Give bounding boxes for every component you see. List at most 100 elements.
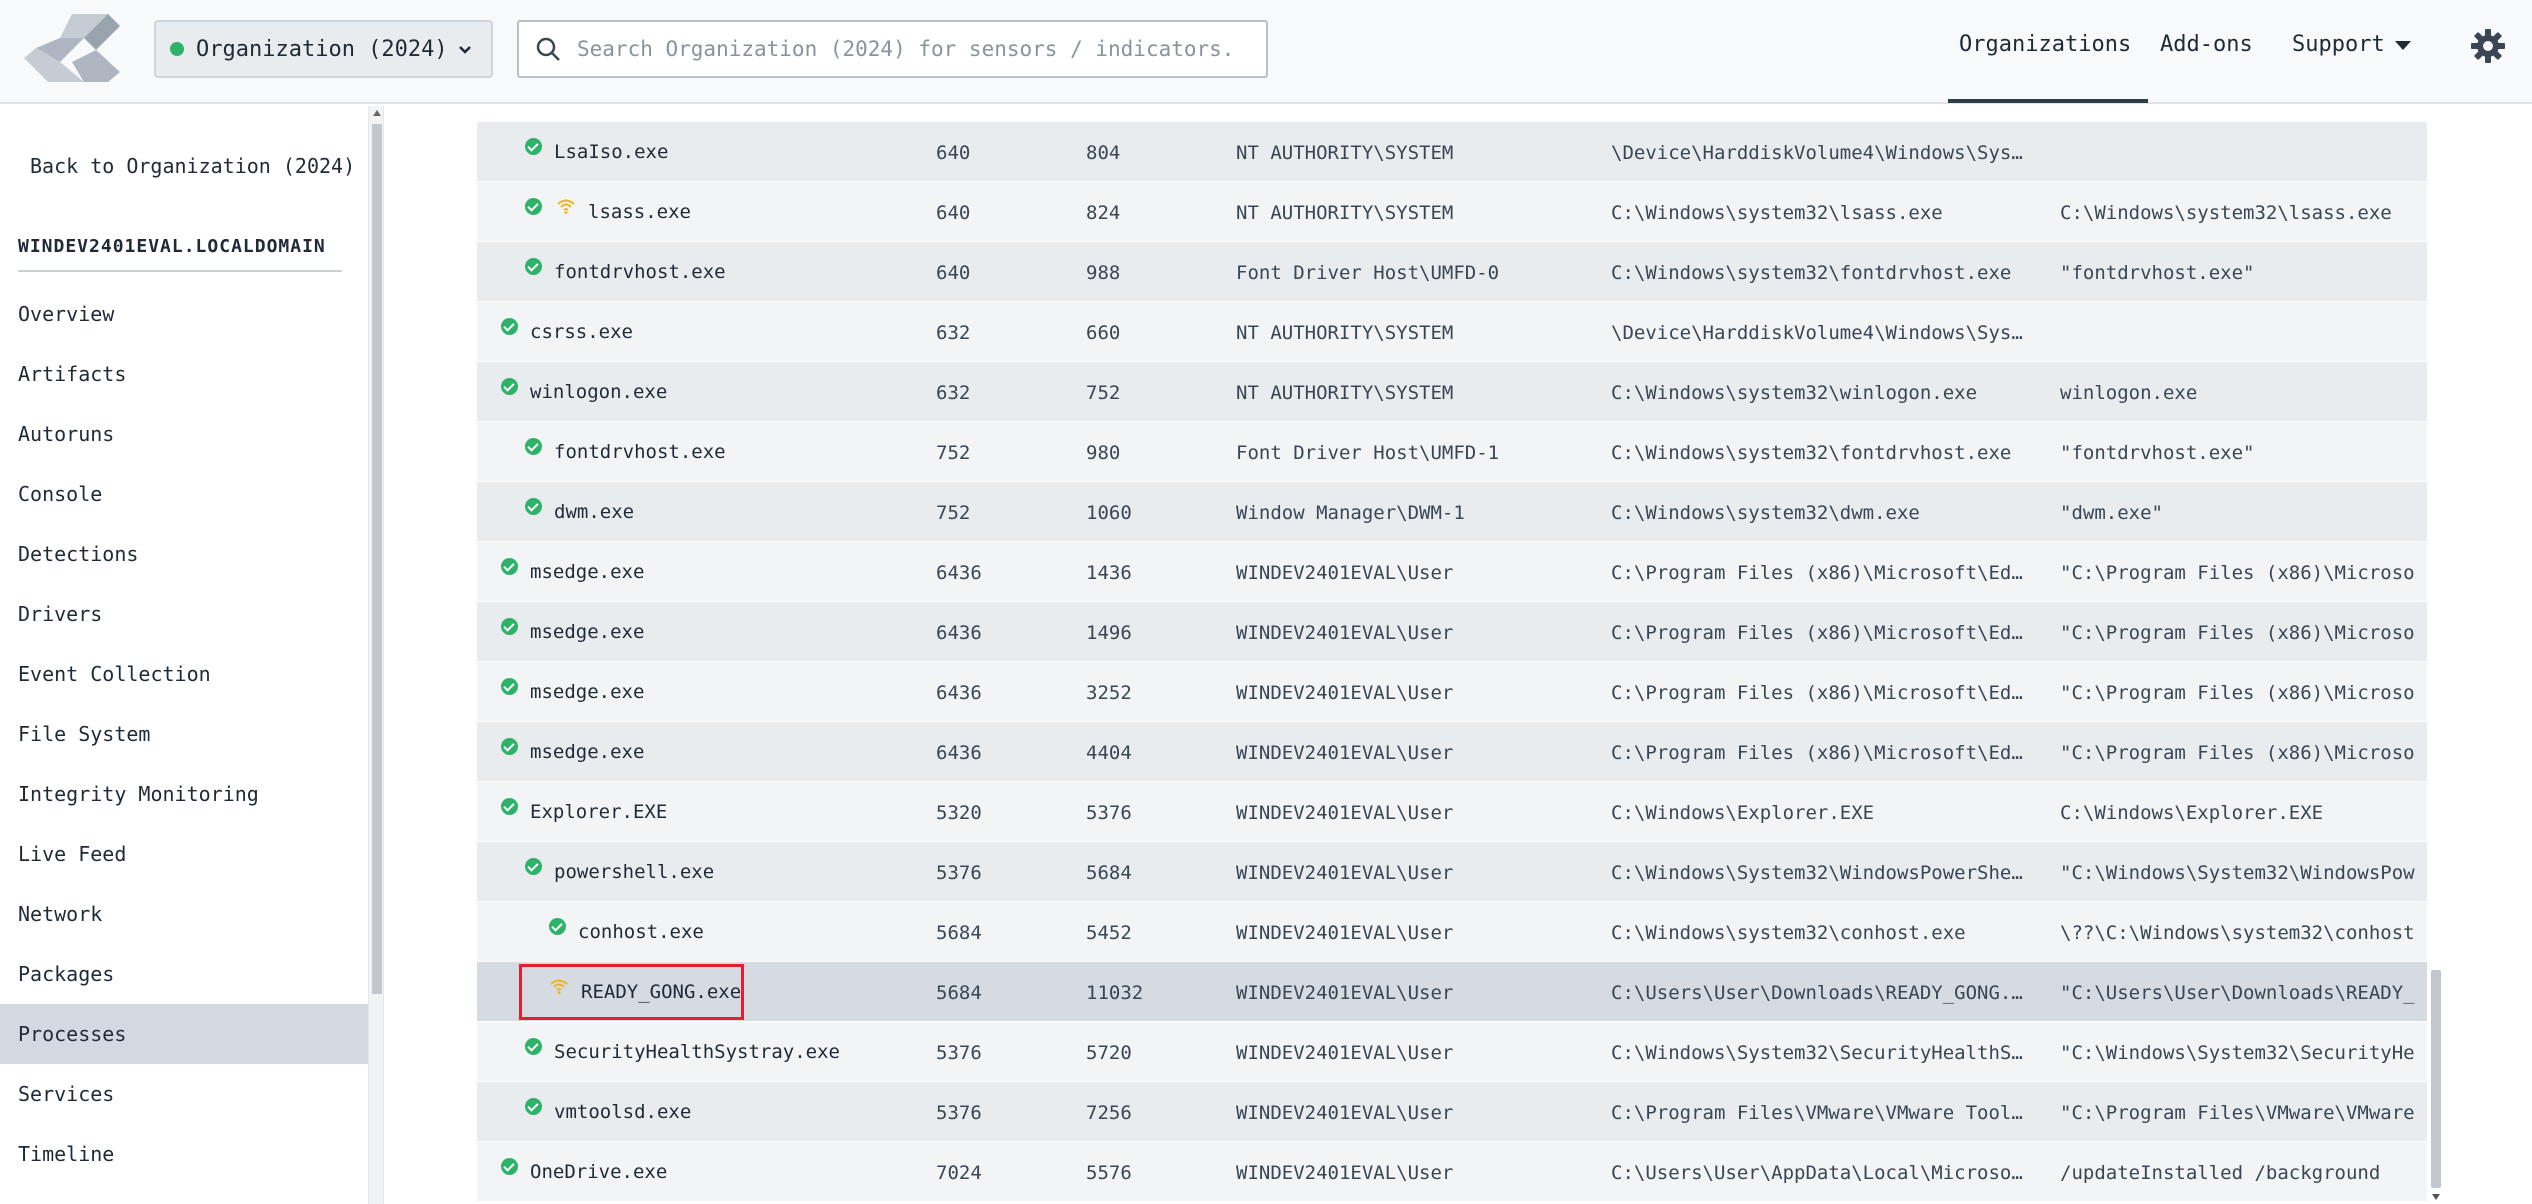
table-row[interactable]: LsaIso.exe 640 804 NT AUTHORITY\SYSTEM \Devi…	[477, 122, 2427, 182]
sidebar-scrollbar[interactable]	[368, 106, 384, 1204]
sidebar-scroll-thumb[interactable]	[372, 124, 382, 994]
file-path-cell: C:\Windows\system32\fontdrvhost.exe	[1611, 262, 2012, 284]
file-path-cell: C:\Program Files (x86)\Microsoft\Ed…	[1611, 562, 2023, 584]
sidebar-item-label: Overview	[18, 302, 115, 326]
process-table: LsaIso.exe 640 804 NT AUTHORITY\SYSTEM \Devi…	[477, 122, 2427, 1202]
file-path-cell: C:\Program Files\VMware\VMware Tool…	[1611, 1102, 2023, 1124]
process-name-cell[interactable]: OneDrive.exe	[501, 1142, 667, 1202]
nav-organizations[interactable]: Organizations	[1959, 32, 2131, 57]
process-name-cell[interactable]: msedge.exe	[501, 662, 644, 722]
sidebar-item-console[interactable]: Console	[0, 464, 368, 524]
parent-pid-cell: 7024	[936, 1162, 982, 1184]
search-box[interactable]	[517, 20, 1268, 78]
process-name-cell[interactable]: lsass.exe	[525, 182, 691, 242]
sidebar-item-overview[interactable]: Overview	[0, 284, 368, 344]
user-cell: Font Driver Host\UMFD-0	[1236, 262, 1500, 284]
search-input[interactable]	[577, 37, 1266, 61]
table-row[interactable]: msedge.exe 6436 4404 WINDEV2401EVAL\User C:\…	[477, 722, 2427, 782]
check-circle-icon	[501, 377, 518, 395]
process-name-cell[interactable]: dwm.exe	[525, 482, 634, 542]
check-circle-icon	[525, 857, 542, 875]
sidebar-item-detections[interactable]: Detections	[0, 524, 368, 584]
table-row[interactable]: powershell.exe 5376 5684 WINDEV2401EVAL\Use…	[477, 842, 2427, 902]
sidebar-item-label: Autoruns	[18, 422, 115, 446]
table-row[interactable]: msedge.exe 6436 1496 WINDEV2401EVAL\User C:\…	[477, 602, 2427, 662]
user-cell: NT AUTHORITY\SYSTEM	[1236, 322, 1454, 344]
table-row[interactable]: fontdrvhost.exe 752 980 Font Driver Host\UM…	[477, 422, 2427, 482]
sidebar-item-drivers[interactable]: Drivers	[0, 584, 368, 644]
file-path-cell: C:\Windows\System32\SecurityHealthS…	[1611, 1042, 2023, 1064]
table-row[interactable]: fontdrvhost.exe 640 988 Font Driver Host\UM…	[477, 242, 2427, 302]
process-name: fontdrvhost.exe	[554, 261, 726, 283]
table-row[interactable]: OneDrive.exe 7024 5576 WINDEV2401EVAL\User C…	[477, 1142, 2427, 1202]
table-row[interactable]: READY_GONG.exe 5684 11032 WINDEV2401EVAL\Us…	[477, 962, 2427, 1022]
sidebar-item-processes[interactable]: Processes	[0, 1004, 368, 1064]
parent-pid-cell: 640	[936, 142, 971, 164]
user-cell: NT AUTHORITY\SYSTEM	[1236, 142, 1454, 164]
top-bar: Organization (2024) Organizations Add-on…	[0, 0, 2532, 104]
process-name-cell[interactable]: fontdrvhost.exe	[525, 422, 726, 482]
table-row[interactable]: winlogon.exe 632 752 NT AUTHORITY\SYSTEM C:\…	[477, 362, 2427, 422]
sidebar-item-network[interactable]: Network	[0, 884, 368, 944]
sidebar-item-services[interactable]: Services	[0, 1064, 368, 1124]
process-name-cell[interactable]: vmtoolsd.exe	[525, 1082, 691, 1142]
process-name-cell[interactable]: SecurityHealthSystray.exe	[525, 1022, 840, 1082]
process-name-cell[interactable]: powershell.exe	[525, 842, 714, 902]
sensor-hostname: WINDEV2401EVAL.LOCALDOMAIN	[18, 236, 326, 257]
process-name-cell[interactable]: LsaIso.exe	[525, 122, 668, 182]
sidebar-item-label: Services	[18, 1082, 115, 1106]
table-row[interactable]: Explorer.EXE 5320 5376 WINDEV2401EVAL\User C…	[477, 782, 2427, 842]
sidebar-item-live-feed[interactable]: Live Feed	[0, 824, 368, 884]
sidebar-item-timeline[interactable]: Timeline	[0, 1124, 368, 1184]
table-row[interactable]: conhost.exe 5684 5452 WINDEV2401EVAL\User C:…	[477, 902, 2427, 962]
table-row[interactable]: msedge.exe 6436 1436 WINDEV2401EVAL\User C:\…	[477, 542, 2427, 602]
table-row[interactable]: msedge.exe 6436 3252 WINDEV2401EVAL\User C:\…	[477, 662, 2427, 722]
nav-support[interactable]: Support	[2292, 32, 2411, 57]
parent-pid-cell: 632	[936, 382, 971, 404]
process-name-cell[interactable]: winlogon.exe	[501, 362, 667, 422]
command-line-cell: "C:\Windows\System32\SecurityHe	[2060, 1042, 2415, 1064]
sidebar-item-label: Detections	[18, 542, 139, 566]
process-name-cell[interactable]: msedge.exe	[501, 542, 644, 602]
sidebar-item-event-collection[interactable]: Event Collection	[0, 644, 368, 704]
back-to-org-link[interactable]: Back to Organization (2024)	[30, 154, 355, 178]
command-line-cell: "fontdrvhost.exe"	[2060, 442, 2255, 464]
table-row[interactable]: vmtoolsd.exe 5376 7256 WINDEV2401EVAL\User C…	[477, 1082, 2427, 1142]
parent-pid-cell: 752	[936, 442, 971, 464]
table-row[interactable]: lsass.exe 640 824 NT AUTHORITY\SYSTEM C:\Win…	[477, 182, 2427, 242]
check-circle-icon	[501, 557, 518, 575]
check-circle-icon	[525, 437, 542, 455]
nav-addons[interactable]: Add-ons	[2160, 32, 2253, 57]
file-path-cell: C:\Users\User\AppData\Local\Microso…	[1611, 1162, 2023, 1184]
check-circle-icon	[501, 677, 518, 695]
scroll-down-arrow[interactable]	[2432, 1194, 2440, 1200]
process-name-cell[interactable]: conhost.exe	[549, 902, 704, 962]
pid-cell: 4404	[1086, 742, 1132, 764]
process-name-cell[interactable]: msedge.exe	[501, 722, 644, 782]
gear-icon[interactable]	[2470, 28, 2506, 64]
sidebar-item-artifacts[interactable]: Artifacts	[0, 344, 368, 404]
table-scrollbar[interactable]	[2428, 106, 2444, 1204]
table-scroll-thumb[interactable]	[2431, 970, 2441, 1188]
process-name-cell[interactable]: fontdrvhost.exe	[525, 242, 726, 302]
parent-pid-cell: 5376	[936, 862, 982, 884]
user-cell: WINDEV2401EVAL\User	[1236, 1102, 1454, 1124]
table-row[interactable]: SecurityHealthSystray.exe 5376 5720 WINDEV2…	[477, 1022, 2427, 1082]
process-name-cell[interactable]: Explorer.EXE	[501, 782, 667, 842]
process-name-cell[interactable]: csrss.exe	[501, 302, 633, 362]
sidebar-item-autoruns[interactable]: Autoruns	[0, 404, 368, 464]
sidebar-item-label: Live Feed	[18, 842, 127, 866]
table-row[interactable]: dwm.exe 752 1060 Window Manager\DWM-1 C:\Win…	[477, 482, 2427, 542]
sidebar-item-label: Console	[18, 482, 103, 506]
scroll-up-arrow[interactable]	[373, 110, 381, 116]
user-cell: WINDEV2401EVAL\User	[1236, 562, 1454, 584]
org-selector-label: Organization (2024)	[196, 36, 448, 62]
org-selector[interactable]: Organization (2024)	[154, 20, 493, 78]
sidebar-item-packages[interactable]: Packages	[0, 944, 368, 1004]
sidebar-item-integrity-monitoring[interactable]: Integrity Monitoring	[0, 764, 368, 824]
table-row[interactable]: csrss.exe 632 660 NT AUTHORITY\SYSTEM \Devic…	[477, 302, 2427, 362]
sidebar-item-file-system[interactable]: File System	[0, 704, 368, 764]
process-name-cell[interactable]: msedge.exe	[501, 602, 644, 662]
logo-icon[interactable]	[24, 12, 120, 84]
process-name: SecurityHealthSystray.exe	[554, 1041, 840, 1063]
